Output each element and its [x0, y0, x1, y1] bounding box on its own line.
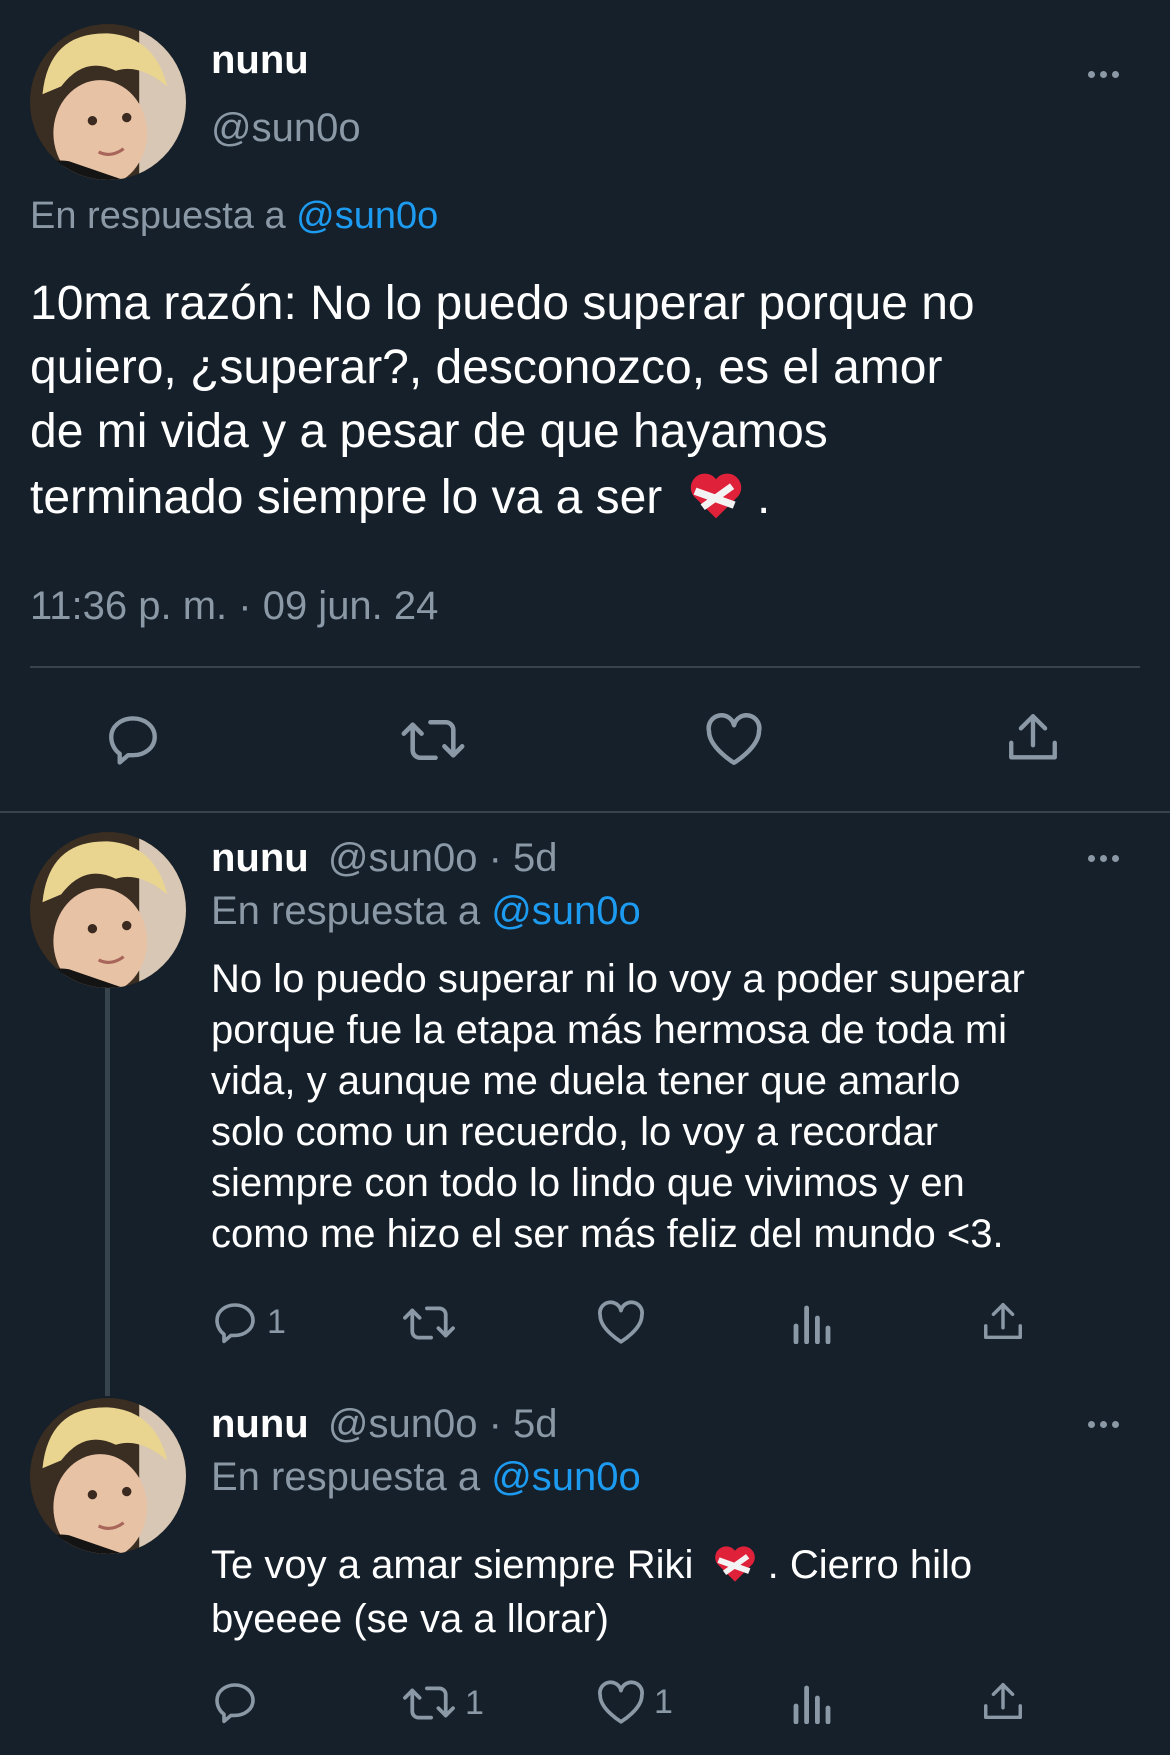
share-button[interactable]: [980, 1298, 1026, 1346]
tweet-header: nunu @sun0o · 5d: [211, 836, 558, 881]
retweet-button[interactable]: [400, 712, 466, 768]
views-button[interactable]: [790, 1302, 834, 1344]
reply-to-link[interactable]: @sun0o: [491, 1455, 641, 1499]
heart-icon: [598, 1300, 644, 1344]
retweet-button[interactable]: [401, 1300, 457, 1346]
tweet-text-line: de mi vida y a pesar de que hayamos: [30, 405, 828, 458]
analytics-icon: [793, 1305, 831, 1344]
tweet-text: No lo puedo superar ni lo voy a poder su…: [211, 954, 1025, 1260]
user-handle[interactable]: @sun0o: [211, 106, 361, 151]
share-icon: [984, 1303, 1022, 1340]
tweet-text-line: No lo puedo superar ni lo voy a poder su…: [211, 957, 1025, 1001]
profile-photo: [30, 24, 186, 180]
views-button[interactable]: [790, 1682, 834, 1724]
divider: [0, 811, 1170, 813]
profile-photo: [30, 1398, 186, 1554]
tweet-text-end: .: [756, 471, 771, 524]
tweet-text-line: . Cierro hilo: [767, 1543, 973, 1587]
retweet-icon: [403, 1686, 455, 1720]
retweet-icon: [401, 719, 465, 761]
mending-heart-icon: [690, 473, 741, 519]
share-button[interactable]: [980, 1678, 1026, 1726]
heart-icon: [706, 713, 762, 765]
more-options-icon[interactable]: [1088, 71, 1119, 78]
tweet-header: nunu @sun0o · 5d: [211, 1402, 558, 1447]
heart-icon: [598, 1680, 644, 1724]
tweet-text: Te voy a amar siempre Riki . Cierro hilo…: [211, 1538, 972, 1646]
reply-icon: [109, 716, 157, 765]
display-name[interactable]: nunu: [211, 1402, 309, 1446]
user-handle[interactable]: @sun0o: [328, 1402, 478, 1446]
reply-prefix: En respuesta a: [30, 195, 286, 237]
reply-button[interactable]: [104, 710, 162, 768]
tweet-text-line: quiero, ¿superar?, desconozco, es el amo…: [30, 341, 943, 394]
tweet-text-line: byeeee (se va a llorar): [211, 1597, 609, 1641]
reply-to-link[interactable]: @sun0o: [296, 195, 438, 237]
mending-heart-icon: [714, 1546, 755, 1583]
tweet-text-line: siempre con todo lo lindo que vivimos y …: [211, 1161, 965, 1205]
display-name[interactable]: nunu: [211, 836, 309, 880]
reply-context: En respuesta a @sun0o: [211, 889, 641, 934]
tweet-text-line: vida, y aunque me duela tener que amarlo: [211, 1059, 961, 1103]
tweet-text-line: Te voy a amar siempre Riki: [211, 1543, 694, 1587]
more-options-icon[interactable]: [1088, 1421, 1119, 1428]
reply-button[interactable]: 1: [211, 1298, 286, 1346]
avatar[interactable]: [30, 1398, 186, 1554]
share-button[interactable]: [1004, 708, 1062, 768]
share-icon: [984, 1683, 1022, 1720]
profile-photo: [30, 832, 186, 988]
tweet-text-line: porque fue la etapa más hermosa de toda …: [211, 1008, 1008, 1052]
like-button[interactable]: [704, 710, 764, 768]
retweet-count: 1: [465, 1683, 484, 1722]
tweet-text-line: 10ma razón: No lo puedo superar porque n…: [30, 277, 975, 330]
reply-icon: [215, 1303, 255, 1344]
avatar[interactable]: [30, 832, 186, 988]
like-button[interactable]: 1: [596, 1678, 673, 1726]
thread-line: [105, 988, 110, 1396]
tweet-text-line: como me hizo el ser más feliz del mundo …: [211, 1212, 1004, 1256]
like-count: 1: [654, 1682, 673, 1721]
divider: [30, 666, 1140, 668]
reply-button[interactable]: [211, 1678, 259, 1726]
user-handle[interactable]: @sun0o: [328, 836, 478, 880]
reply-context: En respuesta a @sun0o: [30, 195, 438, 238]
analytics-icon: [793, 1685, 831, 1724]
reply-prefix: En respuesta a: [211, 1455, 481, 1499]
share-icon: [1009, 714, 1057, 760]
reply-icon: [215, 1683, 255, 1724]
tweet-text-line: terminado siempre lo va a ser: [30, 471, 663, 524]
reply-count: 1: [267, 1302, 286, 1341]
tweet-text: 10ma razón: No lo puedo superar porque n…: [30, 272, 975, 530]
reply-context: En respuesta a @sun0o: [211, 1455, 641, 1500]
reply-prefix: En respuesta a: [211, 889, 481, 933]
tweet-timestamp[interactable]: 11:36 p. m. · 09 jun. 24: [30, 584, 438, 629]
like-button[interactable]: [596, 1298, 646, 1346]
avatar[interactable]: [30, 24, 186, 180]
tweet-time[interactable]: · 5d: [489, 1402, 558, 1446]
tweet-text-line: solo como un recuerdo, lo voy a recordar: [211, 1110, 939, 1154]
more-options-icon[interactable]: [1088, 855, 1119, 862]
display-name[interactable]: nunu: [211, 38, 309, 83]
reply-to-link[interactable]: @sun0o: [491, 889, 641, 933]
retweet-button[interactable]: 1: [401, 1680, 484, 1726]
tweet-time[interactable]: · 5d: [489, 836, 558, 880]
retweet-icon: [403, 1306, 455, 1340]
